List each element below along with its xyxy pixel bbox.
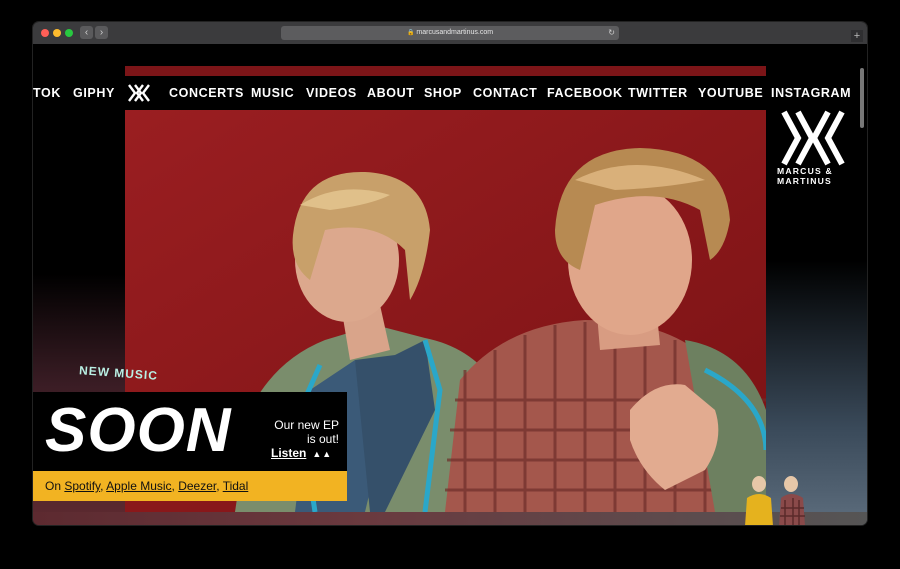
triangles-icon: ▲▲ bbox=[312, 449, 333, 459]
streaming-bar: On Spotify, Apple Music, Deezer, Tidal bbox=[33, 471, 347, 501]
web-page: TOK GIPHY CONCERTS MUSIC VIDEOS ABOUT SH… bbox=[33, 44, 867, 525]
promo-line-1: Our new EP bbox=[274, 418, 339, 432]
nav-link-about[interactable]: ABOUT bbox=[367, 86, 414, 100]
promo-headline: SOON bbox=[45, 396, 232, 465]
brand-line-1: MARCUS & bbox=[777, 166, 833, 176]
promo-description: Our new EP is out! bbox=[259, 418, 339, 446]
close-window-button[interactable] bbox=[41, 29, 49, 37]
lock-icon: 🔒 bbox=[406, 30, 415, 36]
nav-link-contact[interactable]: CONTACT bbox=[473, 86, 537, 100]
forward-button[interactable]: › bbox=[95, 26, 108, 39]
spotify-link[interactable]: Spotify bbox=[64, 479, 100, 493]
tidal-link[interactable]: Tidal bbox=[223, 479, 249, 493]
reload-icon[interactable]: ↻ bbox=[608, 26, 615, 40]
nav-link-facebook[interactable]: FACEBOOK bbox=[547, 86, 623, 100]
nav-logo-icon[interactable] bbox=[127, 82, 151, 104]
listen-link[interactable]: Listen bbox=[271, 446, 306, 460]
nav-link-shop[interactable]: SHOP bbox=[424, 86, 462, 100]
nav-link-music[interactable]: MUSIC bbox=[251, 86, 294, 100]
nav-link-twitter[interactable]: TWITTER bbox=[628, 86, 688, 100]
promo-line-2: is out! bbox=[306, 432, 339, 446]
plus-icon: + bbox=[853, 30, 861, 42]
address-bar[interactable]: 🔒 marcusandmartinus.com ↻ bbox=[281, 26, 619, 40]
nav-link-youtube[interactable]: YOUTUBE bbox=[698, 86, 763, 100]
zoom-window-button[interactable] bbox=[65, 29, 73, 37]
artist-thumbnail[interactable] bbox=[741, 474, 821, 525]
nav-link-videos[interactable]: VIDEOS bbox=[306, 86, 357, 100]
back-icon: ‹ bbox=[84, 27, 89, 38]
brand-line-2: MARTINUS bbox=[777, 176, 832, 186]
streaming-prefix: On bbox=[45, 479, 62, 493]
browser-window: ‹ › 🔒 marcusandmartinus.com ↻ + TOK GIPH… bbox=[33, 22, 867, 525]
new-tab-button[interactable]: + bbox=[851, 30, 863, 42]
listen-row: Listen ▲▲ bbox=[271, 446, 332, 460]
back-button[interactable]: ‹ bbox=[80, 26, 93, 39]
minimize-window-button[interactable] bbox=[53, 29, 61, 37]
apple-music-link[interactable]: Apple Music bbox=[106, 479, 171, 493]
main-navigation: TOK GIPHY CONCERTS MUSIC VIDEOS ABOUT SH… bbox=[33, 78, 867, 108]
deezer-link[interactable]: Deezer bbox=[178, 479, 216, 493]
hero-top-band bbox=[125, 66, 766, 76]
promo-box: SOON Our new EP is out! Listen ▲▲ bbox=[33, 392, 347, 471]
nav-link-giphy[interactable]: GIPHY bbox=[73, 86, 115, 100]
url-text: marcusandmartinus.com bbox=[416, 29, 494, 36]
brand-wordmark: MARCUS & MARTINUS bbox=[777, 166, 851, 186]
nav-link-instagram[interactable]: INSTAGRAM bbox=[771, 86, 851, 100]
nav-link-tok[interactable]: TOK bbox=[33, 86, 61, 100]
nav-link-concerts[interactable]: CONCERTS bbox=[169, 86, 244, 100]
title-bar: ‹ › 🔒 marcusandmartinus.com ↻ + bbox=[33, 22, 867, 45]
forward-icon: › bbox=[99, 27, 104, 38]
